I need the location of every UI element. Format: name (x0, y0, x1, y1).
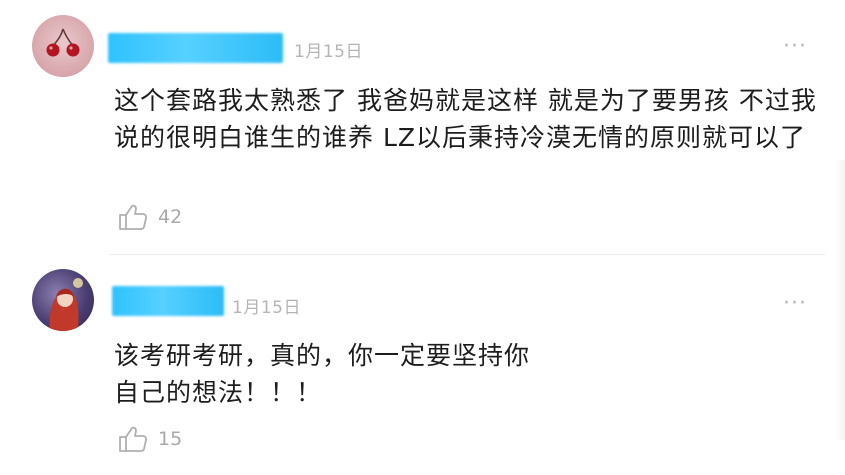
thumbs-up-icon (119, 204, 147, 230)
avatar[interactable] (32, 15, 94, 77)
username-redacted[interactable] (108, 33, 283, 63)
scrollbar[interactable] (835, 160, 845, 440)
comment-text: 该考研考研，真的，你一定要坚持你自己的想法！！！ (114, 341, 531, 407)
more-options-button[interactable]: ··· (783, 293, 807, 315)
like-count: 15 (158, 428, 183, 450)
cherry-avatar-image (46, 28, 80, 57)
comment-item: 1月15日 ··· 该考研考研，真的，你一定要坚持你自己的想法！！！ 15 (0, 255, 845, 475)
like-button[interactable]: 15 (118, 425, 182, 453)
comment-date: 1月15日 (232, 298, 301, 318)
comment-text: 这个套路我太熟悉了 我爸妈就是这样 就是为了要男孩 不过我说的很明白谁生的谁养 … (114, 86, 817, 152)
like-count: 42 (158, 206, 183, 228)
comment-date: 1月15日 (294, 42, 363, 62)
thumbs-up-icon (119, 426, 147, 452)
comment-item: 1月15日 ··· 这个套路我太熟悉了 我爸妈就是这样 就是为了要男孩 不过我说… (0, 0, 845, 255)
more-options-button[interactable]: ··· (783, 36, 807, 58)
avatar[interactable] (32, 269, 94, 331)
like-button[interactable]: 42 (118, 203, 182, 231)
anime-avatar-image (49, 278, 83, 331)
username-redacted[interactable] (112, 286, 224, 316)
